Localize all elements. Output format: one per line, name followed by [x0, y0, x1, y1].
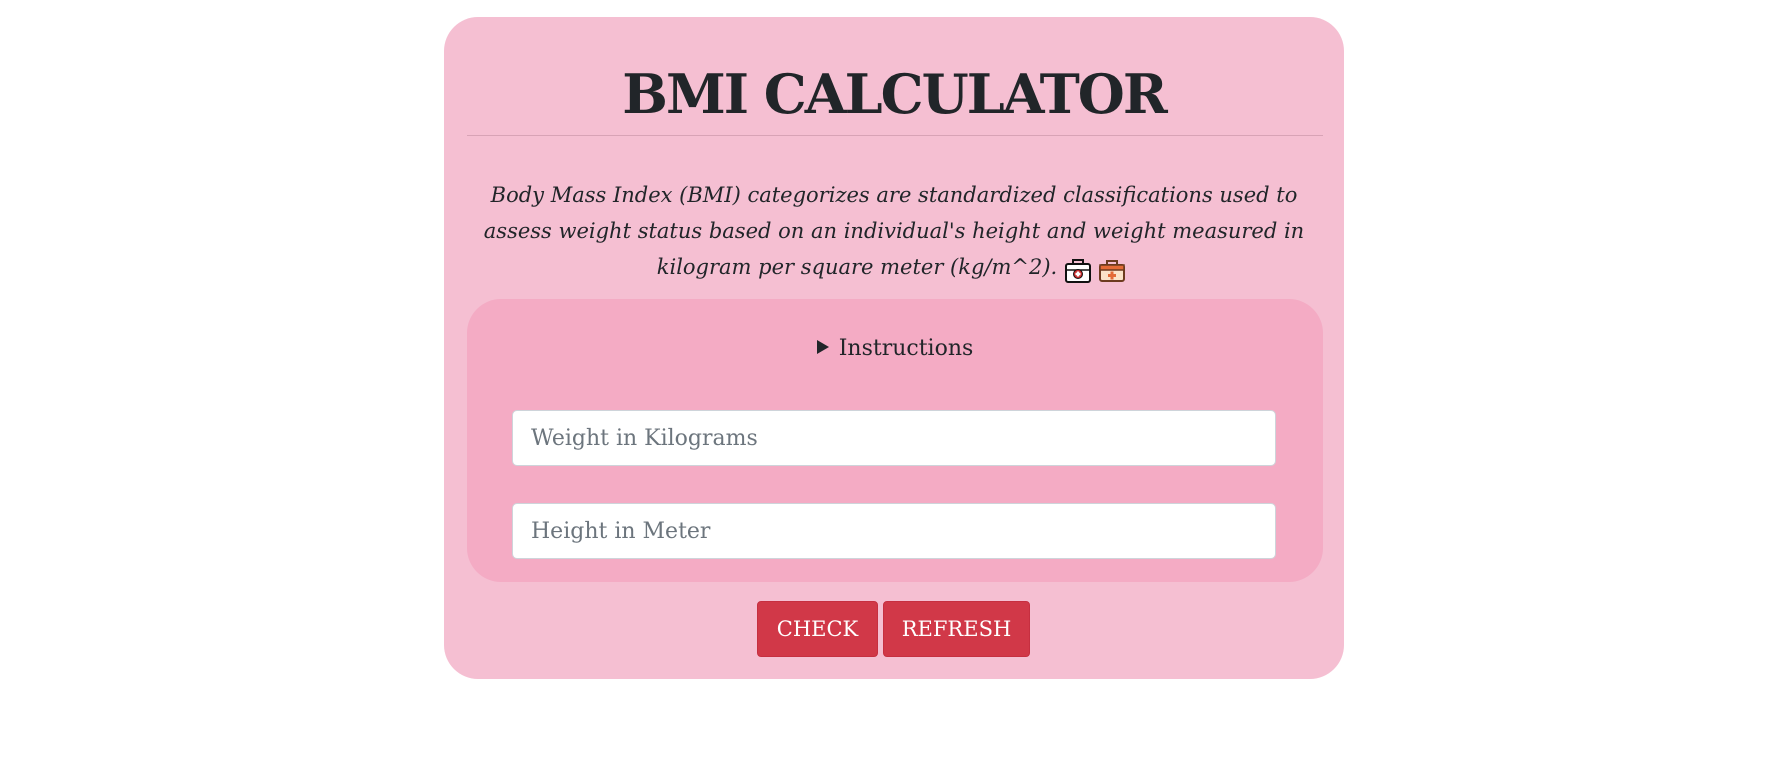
refresh-button[interactable]: REFRESH	[883, 601, 1030, 657]
check-button[interactable]: CHECK	[757, 601, 878, 657]
medical-kit-icon	[1065, 259, 1092, 283]
disclosure-triangle-icon	[816, 340, 829, 354]
description-icons	[1063, 251, 1131, 287]
height-input[interactable]	[512, 503, 1276, 559]
input-panel: Instructions	[467, 299, 1323, 582]
first-aid-box-icon	[1099, 260, 1126, 282]
bmi-description: Body Mass Index (BMI) categorizes are st…	[466, 177, 1322, 287]
title-divider	[467, 135, 1323, 136]
weight-input[interactable]	[512, 410, 1276, 466]
bmi-description-text: Body Mass Index (BMI) categorizes are st…	[483, 183, 1305, 279]
instructions-toggle[interactable]: Instructions	[467, 335, 1323, 363]
bmi-calculator-card: BMI CALCULATOR Body Mass Index (BMI) cat…	[444, 17, 1344, 679]
instructions-label: Instructions	[838, 336, 974, 361]
page-title: BMI CALCULATOR	[622, 62, 1167, 126]
